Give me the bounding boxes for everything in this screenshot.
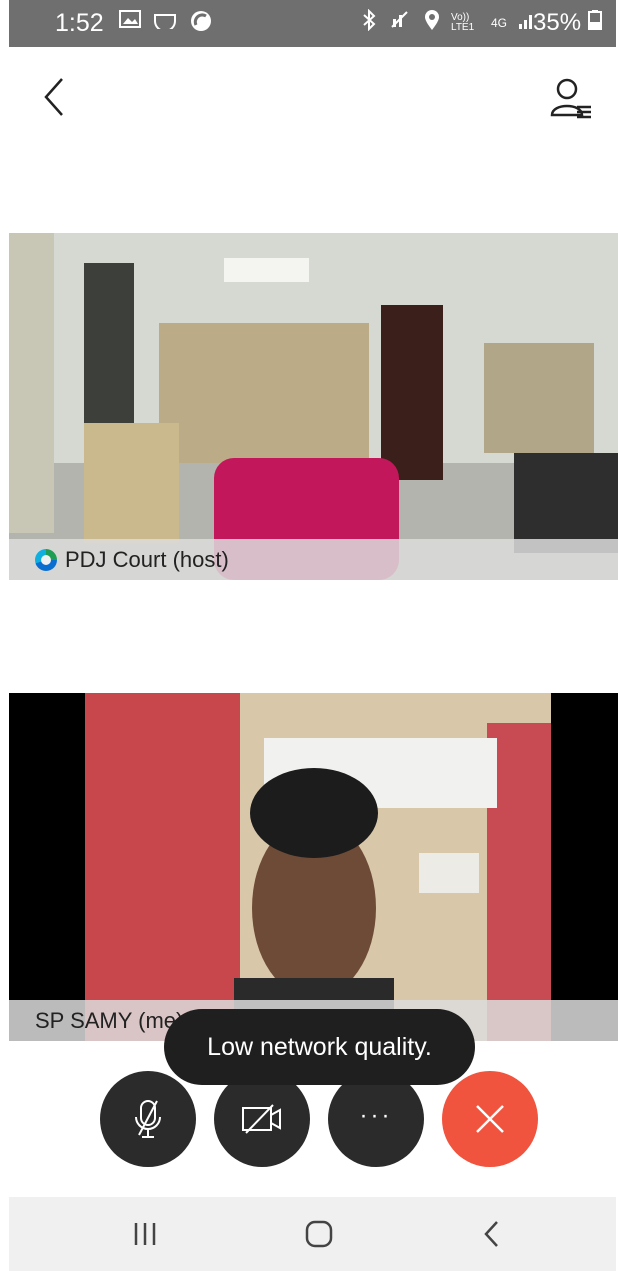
host-video-feed [9, 233, 618, 580]
video-off-icon [242, 1104, 281, 1134]
gallery-icon [119, 9, 141, 39]
meeting-header [0, 47, 618, 157]
voicemail-icon [153, 9, 177, 39]
self-video-feed [9, 693, 618, 1041]
microphone-off-icon [135, 1100, 161, 1138]
sync-icon [189, 9, 213, 39]
status-bar: 1:52 Vo)) LTE1 4G 35% [9, 0, 616, 47]
video-toggle-button[interactable] [214, 1071, 310, 1167]
participants-list-icon [550, 78, 591, 119]
status-time: 1:52 [55, 9, 104, 37]
status-left-icons [119, 9, 213, 39]
recent-apps-icon [134, 1223, 156, 1245]
host-video-tile[interactable]: PDJ Court (host) [9, 233, 618, 580]
battery-percent: 35% [533, 9, 582, 36]
host-name-label: PDJ Court (host) [65, 546, 229, 572]
volte-indicator: Vo)) LTE1 [451, 12, 475, 33]
bluetooth-icon [359, 8, 379, 37]
end-call-button[interactable] [442, 1071, 538, 1167]
back-button[interactable] [40, 75, 70, 119]
participants-button[interactable] [549, 77, 593, 121]
battery-icon [587, 9, 602, 36]
mute-signal-icon [389, 9, 413, 37]
network-quality-toast: Low network quality. [164, 1009, 475, 1085]
webex-logo-icon [35, 548, 57, 571]
system-back-button[interactable] [452, 1197, 532, 1271]
location-icon [423, 9, 441, 37]
close-icon [476, 1105, 504, 1133]
recent-apps-button[interactable] [105, 1197, 185, 1271]
self-video-tile[interactable]: SP SAMY (me) [9, 693, 618, 1041]
chevron-left-icon [44, 78, 63, 116]
more-options-button[interactable]: ··· [328, 1071, 424, 1167]
more-options-label: ··· [359, 1102, 393, 1129]
self-name-label: SP SAMY (me) [35, 1007, 184, 1033]
home-icon [305, 1220, 333, 1248]
network-type: 4G [491, 16, 508, 30]
home-button[interactable] [279, 1197, 359, 1271]
battery: 35% [533, 9, 602, 37]
system-nav-bar [9, 1197, 616, 1271]
back-icon [484, 1221, 498, 1247]
host-name-bar: PDJ Court (host) [9, 539, 618, 580]
toast-message: Low network quality. [207, 1032, 432, 1061]
status-right-icons: Vo)) LTE1 4G [359, 8, 537, 37]
mute-button[interactable] [100, 1071, 196, 1167]
